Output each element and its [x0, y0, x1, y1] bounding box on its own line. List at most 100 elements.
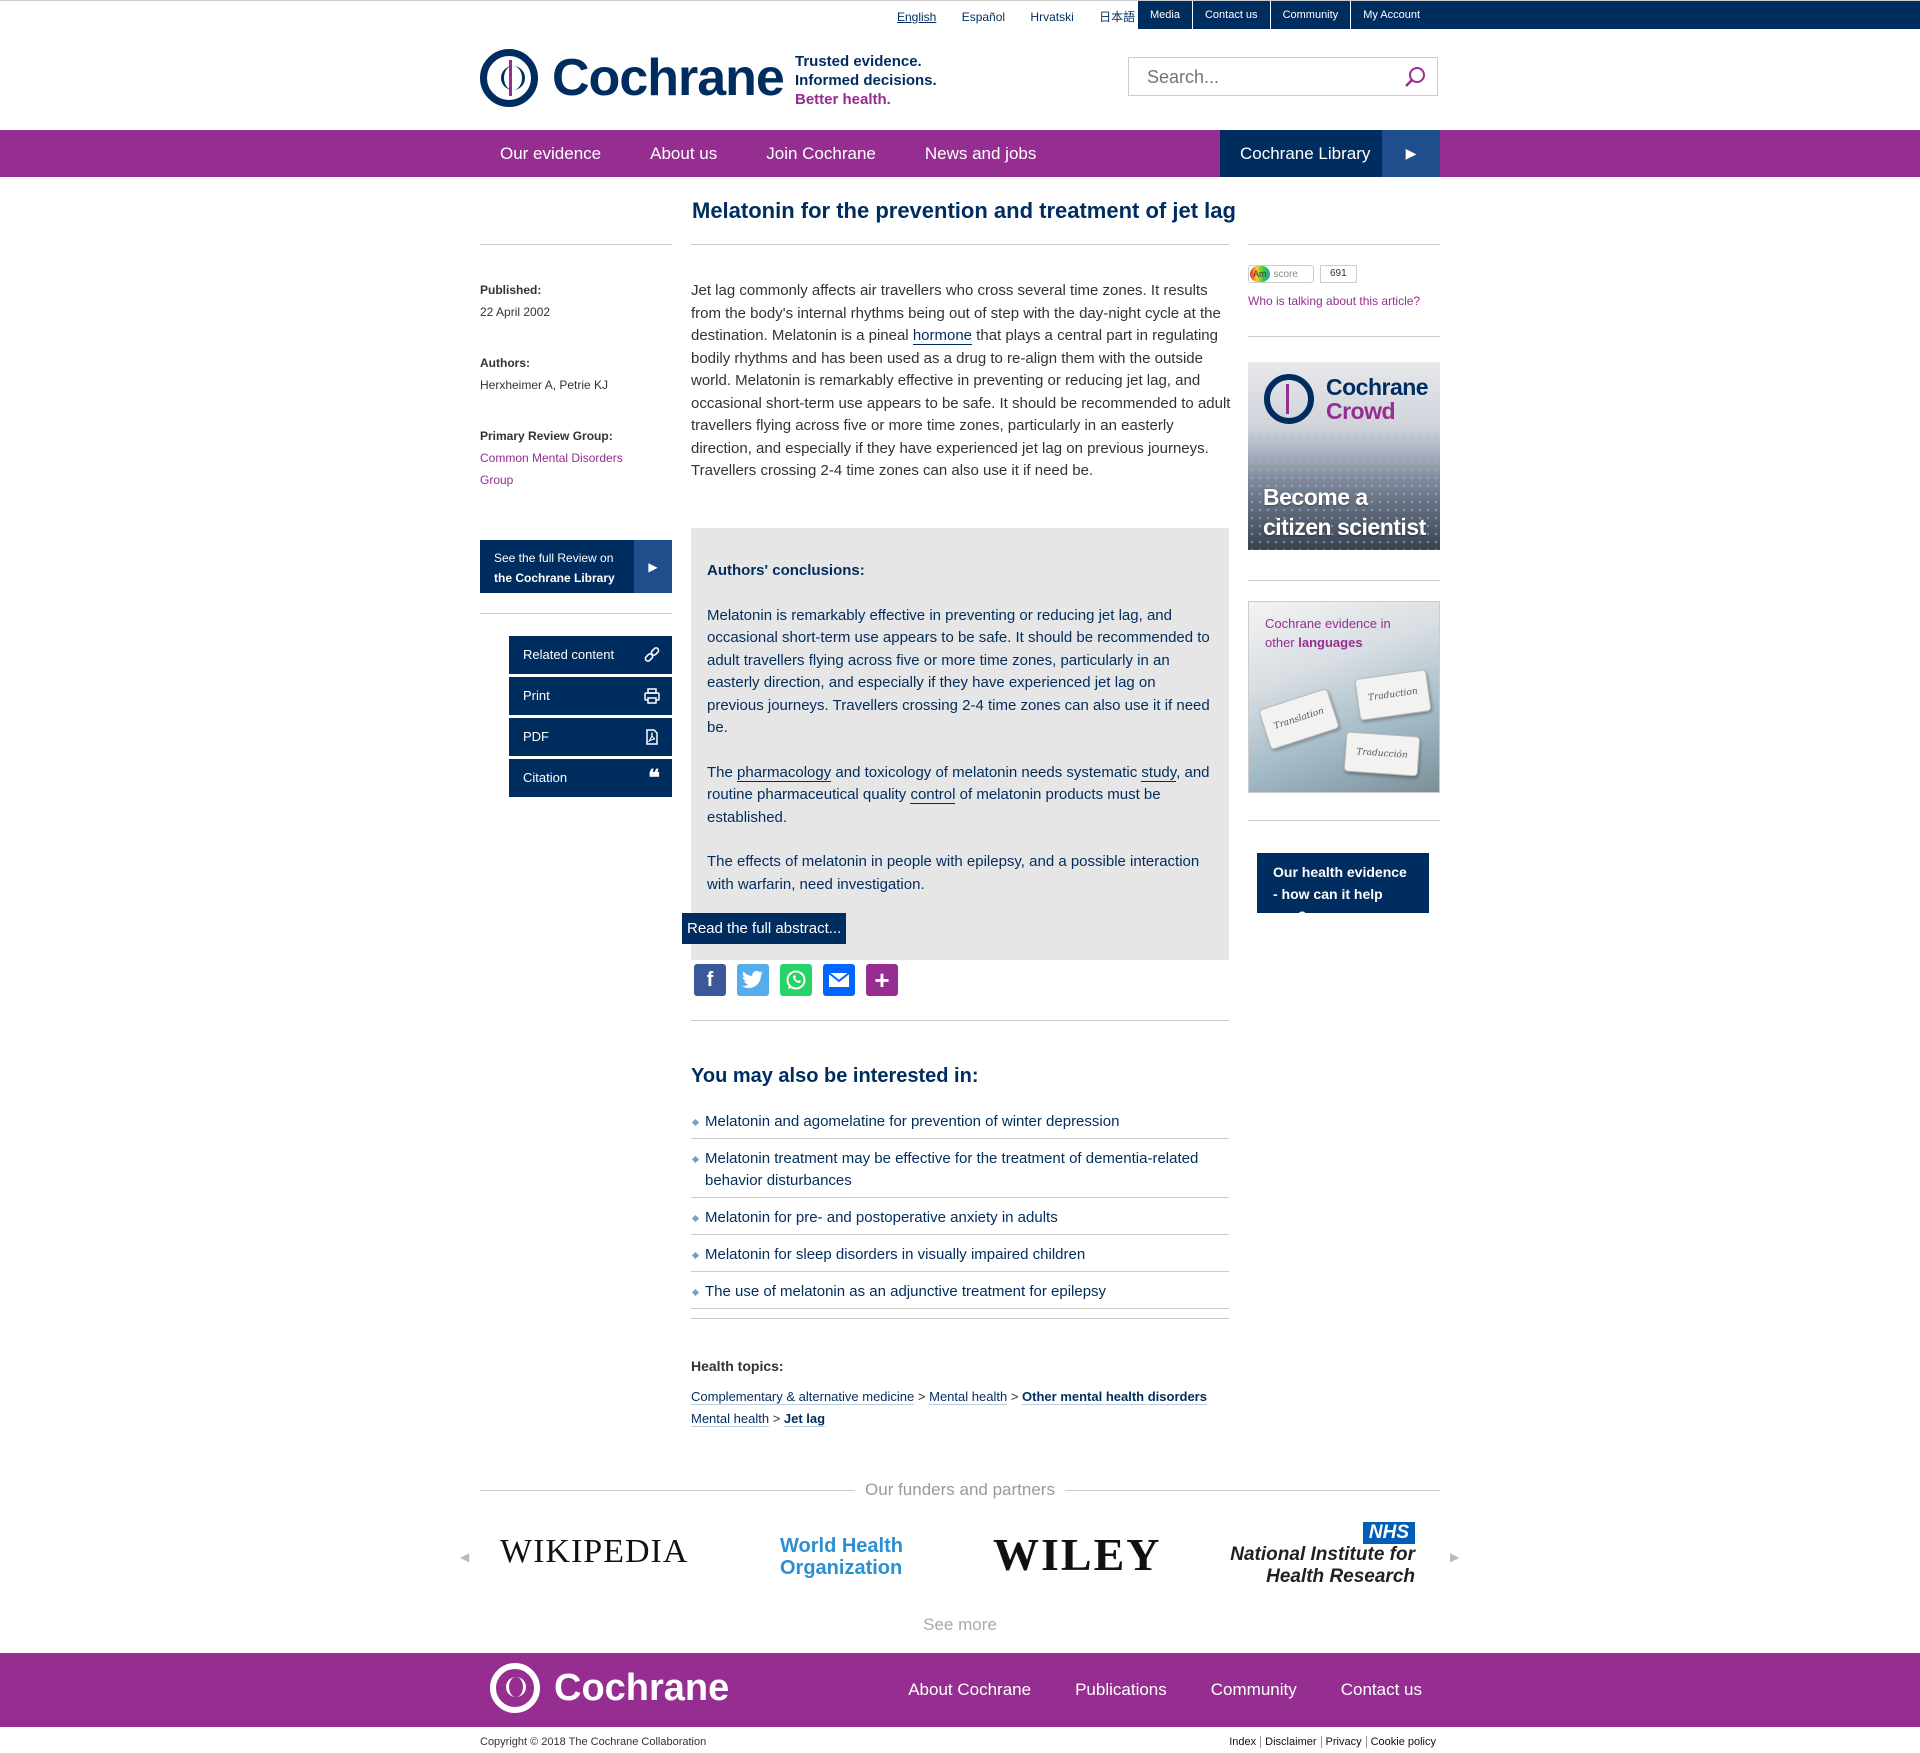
glossary-link-pharmacology[interactable]: pharmacology	[737, 763, 832, 782]
topic-link[interactable]: Mental health	[691, 1411, 770, 1427]
search-input[interactable]	[1129, 58, 1389, 97]
read-full-abstract-button[interactable]: Read the full abstract...	[682, 913, 847, 944]
twitter-icon[interactable]	[737, 964, 769, 996]
citation-button[interactable]: Citation ❝	[509, 759, 672, 797]
utility-link-contact[interactable]: Contact us	[1193, 1, 1271, 29]
footer-link-publications[interactable]: Publications	[1075, 1653, 1167, 1727]
puzzle-piece: Traduction	[1354, 669, 1432, 721]
whatsapp-icon[interactable]	[780, 964, 812, 996]
related-content-button[interactable]: Related content	[509, 636, 672, 674]
related-link[interactable]: Melatonin and agomelatine for prevention…	[691, 1108, 1229, 1139]
print-button[interactable]: Print	[509, 677, 672, 715]
lang-espanol[interactable]: Español	[962, 10, 1005, 24]
authors-value: Herxheimer A, Petrie KJ	[480, 378, 609, 392]
abstract-paragraph: The effects of melatonin in people with …	[707, 853, 1200, 893]
languages-banner[interactable]: Cochrane evidence in other languages Tran…	[1248, 601, 1440, 793]
funders-heading-text: Our funders and partners	[855, 1480, 1065, 1499]
summary-text: that plays a central part in regulating …	[691, 327, 1231, 479]
nav-about-us[interactable]: About us	[650, 130, 717, 177]
footer-link-community[interactable]: Community	[1211, 1653, 1297, 1727]
footer-link-about[interactable]: About Cochrane	[908, 1653, 1031, 1727]
play-arrow-icon: ▶	[634, 540, 672, 593]
wikipedia-logo[interactable]: WIKIPEDIA	[500, 1533, 688, 1571]
carousel-prev-icon[interactable]: ◀	[460, 1550, 469, 1564]
glossary-link-study[interactable]: study	[1141, 763, 1177, 782]
altmetric-link[interactable]: Who is talking about this article?	[1248, 294, 1420, 308]
related-link[interactable]: The use of melatonin as an adjunctive tr…	[691, 1272, 1229, 1309]
link-icon	[644, 647, 660, 662]
utility-link-community[interactable]: Community	[1271, 1, 1352, 29]
full-review-button[interactable]: See the full Review on the Cochrane Libra…	[480, 540, 672, 593]
glossary-link-control[interactable]: control	[910, 786, 956, 804]
related-heading: You may also be interested in:	[691, 1065, 979, 1087]
topic-link[interactable]: Other mental health disorders	[1022, 1389, 1207, 1405]
footer-wordmark: Cochrane	[554, 1666, 730, 1709]
lang-japanese[interactable]: 日本語	[1099, 10, 1135, 24]
lang-hrvatski[interactable]: Hrvatski	[1030, 10, 1073, 24]
cochrane-library-label: Cochrane Library	[1240, 144, 1371, 163]
facebook-icon[interactable]: f	[694, 964, 726, 996]
review-group-link[interactable]: Common Mental Disorders Group	[480, 447, 650, 491]
play-arrow-icon: ▶	[1382, 130, 1440, 177]
cochrane-logo[interactable]: Cochrane	[480, 48, 785, 108]
nihr-logo[interactable]: NHS National Institute for Health Resear…	[1230, 1522, 1415, 1588]
footer-logo[interactable]: Cochrane	[490, 1663, 729, 1713]
divider	[691, 1020, 1229, 1021]
divider	[1248, 336, 1440, 337]
crowd-brand-line-1: Cochrane	[1326, 374, 1429, 400]
footer-link-contact[interactable]: Contact us	[1341, 1653, 1422, 1727]
divider	[1248, 580, 1440, 581]
related-link[interactable]: Melatonin for sleep disorders in visuall…	[691, 1235, 1229, 1272]
review-group-meta: Primary Review Group: Common Mental Diso…	[480, 425, 650, 491]
utility-link-account[interactable]: My Account	[1351, 1, 1432, 29]
topic-link[interactable]: Jet lag	[783, 1411, 826, 1427]
share-plus-icon[interactable]: +	[866, 964, 898, 996]
nav-join-cochrane[interactable]: Join Cochrane	[766, 130, 876, 177]
glossary-link-hormone[interactable]: hormone	[912, 327, 973, 345]
carousel-next-icon[interactable]: ▶	[1450, 1550, 1459, 1564]
email-icon[interactable]	[823, 964, 855, 996]
tagline-line-1: Trusted evidence.	[795, 53, 922, 70]
utility-nav: Media Contact us Community My Account	[1138, 1, 1920, 29]
legal-link-disclaimer[interactable]: Disclaimer	[1260, 1736, 1321, 1748]
topic-link[interactable]: Complementary & alternative medicine	[691, 1389, 915, 1405]
who-logo[interactable]: World Health Organization	[780, 1535, 903, 1579]
abstract-panel: Authors' conclusions: Melatonin is remar…	[691, 528, 1229, 960]
divider	[480, 613, 672, 614]
related-link[interactable]: Melatonin for pre- and postoperative anx…	[691, 1198, 1229, 1235]
breadcrumb-separator: >	[1010, 1389, 1019, 1404]
crowd-cta: Become a citizen scientist	[1263, 482, 1426, 542]
see-more-link[interactable]: See more	[0, 1615, 1920, 1635]
search-icon[interactable]	[1405, 66, 1427, 88]
quote-icon: ❝	[648, 765, 660, 790]
wiley-logo[interactable]: WILEY	[993, 1528, 1161, 1581]
cochrane-crowd-banner[interactable]: Cochrane Crowd Become a citizen scientist	[1248, 362, 1440, 550]
article-tools: Related content Print PDF Citation ❝	[509, 636, 672, 800]
main-nav: Our evidence About us Join Cochrane News…	[0, 130, 1920, 177]
nav-our-evidence[interactable]: Our evidence	[500, 130, 601, 177]
nav-news-jobs[interactable]: News and jobs	[925, 130, 1037, 177]
who-line-2: Organization	[780, 1557, 903, 1579]
legal-link-cookies[interactable]: Cookie policy	[1365, 1736, 1440, 1748]
tool-label: Citation	[523, 770, 568, 785]
lang-english[interactable]: English	[897, 10, 936, 24]
crowd-cta-line-2: citizen scientist	[1263, 514, 1426, 540]
nihr-line-1: National Institute for	[1230, 1544, 1415, 1565]
review-group-label: Primary Review Group:	[480, 429, 613, 443]
altmetric-badge[interactable]: Am score 691	[1248, 265, 1357, 283]
legal-link-privacy[interactable]: Privacy	[1320, 1736, 1366, 1748]
tool-label: Print	[523, 688, 550, 703]
who-line-1: World Health	[780, 1535, 903, 1557]
pdf-button[interactable]: PDF	[509, 718, 672, 756]
health-evidence-help-button[interactable]: Our health evidence - how can it help yo…	[1257, 853, 1429, 924]
related-list: Melatonin and agomelatine for prevention…	[691, 1108, 1229, 1309]
related-link[interactable]: Melatonin treatment may be effective for…	[691, 1139, 1229, 1198]
utility-link-media[interactable]: Media	[1138, 1, 1193, 29]
tool-label: Related content	[523, 647, 615, 662]
cochrane-library-button[interactable]: Cochrane Library ▶	[1220, 130, 1440, 177]
puzzle-piece: Translation	[1258, 687, 1340, 751]
legal-link-index[interactable]: Index	[1225, 1736, 1260, 1748]
crowd-cta-line-1: Become a	[1263, 484, 1368, 510]
topic-link[interactable]: Mental health	[929, 1389, 1008, 1405]
breadcrumb-separator: >	[772, 1411, 781, 1426]
